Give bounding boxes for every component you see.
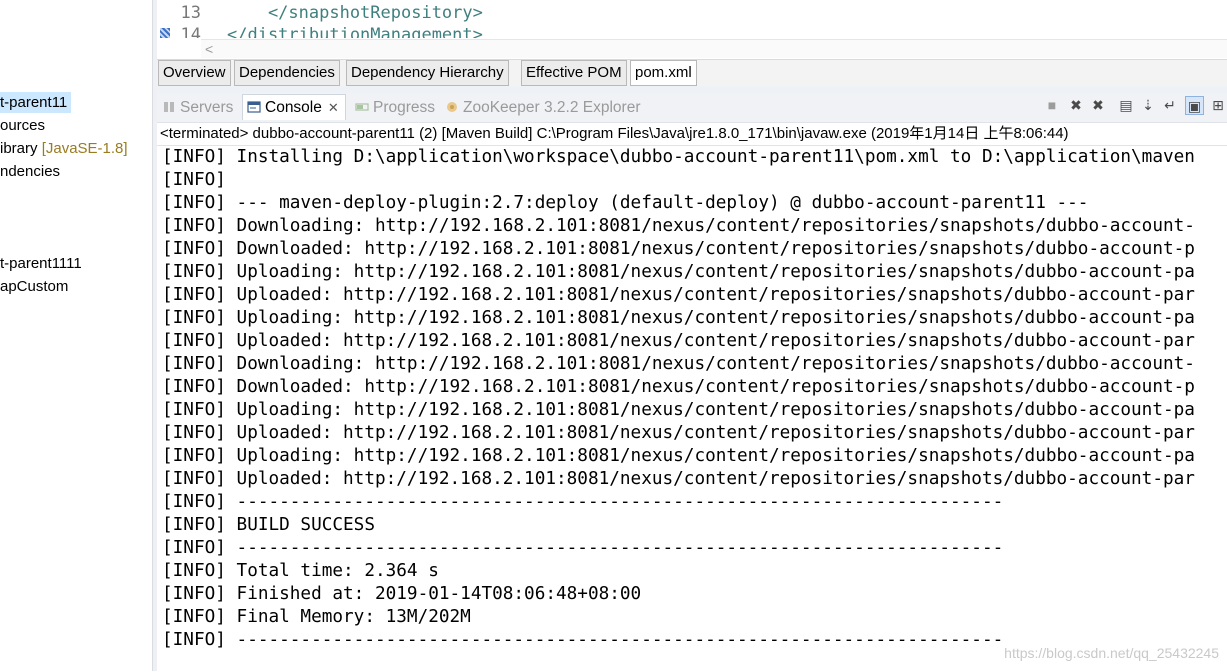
remove-all-icon[interactable]: ✖ bbox=[1089, 96, 1107, 114]
console-output[interactable]: [INFO] Installing D:\application\workspa… bbox=[157, 145, 1227, 672]
console-launch-description: <terminated> dubbo-account-parent11 (2) … bbox=[160, 125, 1069, 142]
console-line: [INFO] Uploading: http://192.168.2.101:8… bbox=[162, 262, 1195, 282]
pom-editor-tabs: Overview Dependencies Dependency Hierarc… bbox=[157, 59, 1227, 86]
scroll-left-icon[interactable]: < bbox=[205, 40, 213, 58]
tree-item-jre-library[interactable]: ibrary [JavaSE-1.8] bbox=[0, 138, 128, 159]
tree-item-resources[interactable]: ources bbox=[0, 115, 45, 136]
line-number: 14 bbox=[180, 25, 201, 38]
horizontal-scrollbar[interactable]: < bbox=[201, 39, 1227, 58]
servers-icon bbox=[164, 102, 174, 112]
tab-overview[interactable]: Overview bbox=[158, 60, 231, 86]
console-lines: [INFO] Installing D:\application\workspa… bbox=[162, 146, 1195, 652]
console-line: [INFO] Uploaded: http://192.168.2.101:80… bbox=[162, 285, 1195, 305]
tree-item-project[interactable]: t-parent1111 bbox=[0, 253, 82, 274]
pin-console-icon[interactable]: ⊞ bbox=[1209, 96, 1227, 114]
tree-item-label: t-parent1111 bbox=[0, 255, 82, 272]
console-line: [INFO] Finished at: 2019-01-14T08:06:48+… bbox=[162, 584, 642, 604]
console-line: [INFO] Uploading: http://192.168.2.101:8… bbox=[162, 308, 1195, 328]
tree-item-decoration: [JavaSE-1.8] bbox=[41, 140, 128, 157]
tab-dependencies[interactable]: Dependencies bbox=[234, 60, 340, 86]
console-line: [INFO] bbox=[162, 170, 226, 190]
console-line: [INFO] Uploading: http://192.168.2.101:8… bbox=[162, 446, 1195, 466]
console-line: [INFO] BUILD SUCCESS bbox=[162, 515, 375, 535]
progress-icon bbox=[355, 103, 369, 111]
zookeeper-icon bbox=[447, 102, 457, 112]
code-line: </snapshotRepository> bbox=[227, 3, 483, 23]
tab-label: Servers bbox=[180, 99, 234, 116]
console-line: [INFO] ---------------------------------… bbox=[162, 492, 1004, 512]
tree-item-project[interactable]: apCustom bbox=[0, 276, 68, 297]
console-line: [INFO] Uploading: http://192.168.2.101:8… bbox=[162, 400, 1195, 420]
console-line: [INFO] ---------------------------------… bbox=[162, 538, 1004, 558]
tree-item-dependencies[interactable]: ndencies bbox=[0, 161, 60, 182]
clear-console-icon[interactable]: ▤ bbox=[1117, 96, 1135, 114]
tab-servers[interactable]: Servers bbox=[162, 95, 233, 120]
console-line: [INFO] Uploaded: http://192.168.2.101:80… bbox=[162, 469, 1195, 489]
tab-label: Progress bbox=[373, 99, 436, 116]
console-line: [INFO] Uploaded: http://192.168.2.101:80… bbox=[162, 331, 1195, 351]
xml-editor[interactable]: 13 </snapshotRepository> 14 </distributi… bbox=[157, 0, 1227, 59]
console-icon bbox=[247, 101, 261, 113]
tree-item-project[interactable]: t-parent11 bbox=[0, 92, 72, 113]
tree-item-label: t-parent11 bbox=[0, 94, 68, 111]
word-wrap-icon[interactable]: ↵ bbox=[1161, 96, 1179, 114]
watermark: https://blog.csdn.net/qq_25432245 bbox=[1004, 645, 1219, 661]
tree-item-label: ources bbox=[0, 117, 46, 134]
editor-text-area[interactable]: 13 </snapshotRepository> 14 </distributi… bbox=[157, 0, 1227, 38]
tree-item-label: ndencies bbox=[0, 163, 61, 180]
console-line: [INFO] Downloading: http://192.168.2.101… bbox=[162, 216, 1195, 236]
close-icon[interactable]: ✕ bbox=[328, 95, 339, 120]
console-line: [INFO] Downloaded: http://192.168.2.101:… bbox=[162, 239, 1195, 259]
console-line: [INFO] Total time: 2.364 s bbox=[162, 561, 439, 581]
stop-icon[interactable]: ■ bbox=[1043, 96, 1061, 114]
console-line: [INFO] Downloaded: http://192.168.2.101:… bbox=[162, 377, 1195, 397]
console-line: [INFO] Installing D:\application\workspa… bbox=[162, 147, 1195, 167]
tab-progress[interactable]: Progress bbox=[355, 95, 435, 120]
line-number: 13 bbox=[180, 3, 201, 23]
tab-label: ZooKeeper 3.2.2 Explorer bbox=[463, 99, 641, 116]
tab-pom-xml[interactable]: pom.xml bbox=[630, 60, 697, 86]
package-explorer: t-parent11 ources ibrary [JavaSE-1.8] nd… bbox=[0, 0, 152, 671]
tree-item-label: apCustom bbox=[0, 278, 69, 295]
scroll-lock-icon[interactable]: ⇣ bbox=[1139, 96, 1157, 114]
tab-label: Console bbox=[265, 99, 322, 116]
sash[interactable] bbox=[157, 86, 1227, 93]
remove-launch-icon[interactable]: ✖ bbox=[1067, 96, 1085, 114]
console-line: [INFO] Downloading: http://192.168.2.101… bbox=[162, 354, 1195, 374]
tab-zookeeper-explorer[interactable]: ZooKeeper 3.2.2 Explorer bbox=[445, 95, 641, 120]
tree-item-label: ibrary bbox=[0, 140, 42, 157]
tab-console[interactable]: Console ✕ bbox=[242, 94, 346, 120]
console-line: [INFO] --- maven-deploy-plugin:2.7:deplo… bbox=[162, 193, 1089, 213]
code-line: </distributionManagement> bbox=[227, 25, 483, 38]
console-line: [INFO] Uploaded: http://192.168.2.101:80… bbox=[162, 423, 1195, 443]
show-console-icon[interactable]: ▣ bbox=[1185, 96, 1204, 115]
tab-effective-pom[interactable]: Effective POM bbox=[521, 60, 627, 86]
console-line: [INFO] Final Memory: 13M/202M bbox=[162, 607, 471, 627]
tab-dependency-hierarchy[interactable]: Dependency Hierarchy bbox=[346, 60, 509, 86]
